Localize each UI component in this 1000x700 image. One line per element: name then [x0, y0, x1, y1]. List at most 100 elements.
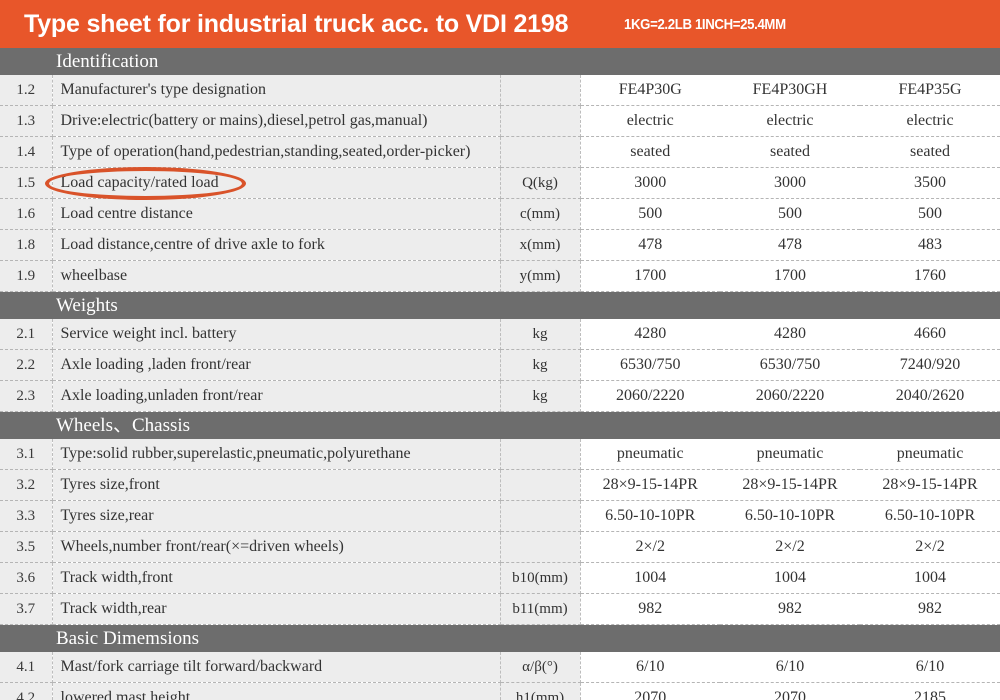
row-code: 3.5: [0, 531, 53, 563]
row-code: 4.2: [0, 682, 53, 700]
row-value-model-2: 1700: [720, 260, 860, 292]
row-unit: kg: [500, 349, 581, 381]
row-value-model-3: 982: [860, 593, 1000, 625]
row-code: 3.2: [0, 469, 53, 501]
row-unit: [500, 105, 581, 137]
row-value-model-2: FE4P30GH: [720, 75, 860, 106]
table-row: 3.5 Wheels,number front/rear(×=driven whe…: [0, 531, 1000, 563]
row-label: Type:solid rubber,superelastic,pneumatic…: [52, 439, 501, 470]
section-header-cell: Weights: [52, 291, 1000, 319]
section-header-cell: Basic Dimemsions: [52, 624, 1000, 652]
row-value-model-1: 28×9-15-14PR: [580, 469, 720, 501]
section-title: Wheels、Chassis: [56, 415, 191, 436]
table-row: 1.3 Drive:electric(battery or mains),dies…: [0, 105, 1000, 137]
row-value-model-3: seated: [860, 136, 1000, 168]
row-label: Manufacturer's type designation: [52, 75, 501, 106]
row-label: wheelbase: [52, 260, 501, 292]
table-row: 3.6 Track width,front b10(mm) 1004 1004 1004: [0, 562, 1000, 594]
table-row: 3.2 Tyres size,front 28×9-15-14PR 28×9-15-1…: [0, 469, 1000, 501]
row-code: 1.5: [0, 167, 53, 199]
row-value-model-3: 2040/2620: [860, 380, 1000, 412]
row-label: Service weight incl. battery: [52, 319, 501, 350]
row-value-model-1: pneumatic: [580, 439, 720, 470]
row-label: Type of operation(hand,pedestrian,standi…: [52, 136, 501, 168]
table-row: 3.1 Type:solid rubber,superelastic,pneuma…: [0, 439, 1000, 470]
row-value-model-3: electric: [860, 105, 1000, 137]
row-value-model-2: 6.50-10-10PR: [720, 500, 860, 532]
row-code: 2.2: [0, 349, 53, 381]
row-value-model-1: FE4P30G: [580, 75, 720, 106]
row-value-model-2: 4280: [720, 319, 860, 350]
section-title: Identification: [56, 51, 159, 72]
section-header-cell: Identification: [52, 48, 1000, 75]
row-code: 3.6: [0, 562, 53, 594]
row-unit: α/β(°): [500, 652, 581, 683]
section-header-row: Identification: [0, 48, 1000, 75]
table-row: 2.2 Axle loading ,laden front/rear kg 6530/…: [0, 349, 1000, 381]
row-unit: b10(mm): [500, 562, 581, 594]
row-value-model-1: 478: [580, 229, 720, 261]
row-unit: kg: [500, 319, 581, 350]
row-label: lowered mast height: [52, 682, 501, 700]
row-unit: [500, 75, 581, 106]
row-value-model-1: seated: [580, 136, 720, 168]
row-value-model-1: 6.50-10-10PR: [580, 500, 720, 532]
table-row: 1.2 Manufacturer's type designation FE4P30…: [0, 75, 1000, 106]
spec-table: Identification 1.2 Manufacturer's type des…: [0, 48, 1000, 700]
section-header-cell: Wheels、Chassis: [52, 411, 1000, 439]
row-value-model-3: 28×9-15-14PR: [860, 469, 1000, 501]
row-unit: [500, 136, 581, 168]
section-header-row: Basic Dimemsions: [0, 624, 1000, 652]
table-row: 2.1 Service weight incl. battery kg 4280 428…: [0, 319, 1000, 350]
row-label: Load centre distance: [52, 198, 501, 230]
row-code: 2.1: [0, 319, 53, 350]
section-header-row: Wheels、Chassis: [0, 411, 1000, 439]
row-code: 1.3: [0, 105, 53, 137]
row-label: Axle loading ,laden front/rear: [52, 349, 501, 381]
row-value-model-2: 6530/750: [720, 349, 860, 381]
row-value-model-2: 28×9-15-14PR: [720, 469, 860, 501]
row-value-model-1: 2070: [580, 682, 720, 700]
row-value-model-1: 2×/2: [580, 531, 720, 563]
page-title: Type sheet for industrial truck acc. to …: [24, 9, 569, 38]
row-value-model-2: seated: [720, 136, 860, 168]
row-value-model-3: 7240/920: [860, 349, 1000, 381]
title-bar: Type sheet for industrial truck acc. to …: [0, 0, 1000, 48]
spec-sheet-page: Type sheet for industrial truck acc. to …: [0, 0, 1000, 700]
section-header-spacer: [0, 48, 52, 75]
table-row: 1.8 Load distance,centre of drive axle to…: [0, 229, 1000, 261]
section-header-spacer: [0, 291, 52, 319]
row-value-model-2: 6/10: [720, 652, 860, 683]
row-label: Drive:electric(battery or mains),diesel,…: [52, 105, 501, 137]
row-value-model-2: 3000: [720, 167, 860, 199]
table-row: 2.3 Axle loading,unladen front/rear kg 2060…: [0, 380, 1000, 412]
row-label: Wheels,number front/rear(×=driven wheels…: [52, 531, 501, 563]
row-value-model-3: 1004: [860, 562, 1000, 594]
row-unit: [500, 439, 581, 470]
row-value-model-1: 2060/2220: [580, 380, 720, 412]
row-code: 2.3: [0, 380, 53, 412]
row-value-model-3: 6.50-10-10PR: [860, 500, 1000, 532]
row-value-model-2: 2060/2220: [720, 380, 860, 412]
row-unit: [500, 500, 581, 532]
row-value-model-3: 1760: [860, 260, 1000, 292]
row-unit: Q(kg): [500, 167, 581, 199]
section-header-spacer: [0, 624, 52, 652]
row-code: 4.1: [0, 652, 53, 683]
table-row: 4.2 lowered mast height h1(mm) 2070 2070 2185: [0, 682, 1000, 700]
row-value-model-1: 6530/750: [580, 349, 720, 381]
row-unit: b11(mm): [500, 593, 581, 625]
table-row: 4.1 Mast/fork carriage tilt forward/backw…: [0, 652, 1000, 683]
row-value-model-3: 3500: [860, 167, 1000, 199]
row-unit: [500, 469, 581, 501]
row-value-model-1: 982: [580, 593, 720, 625]
row-label: Axle loading,unladen front/rear: [52, 380, 501, 412]
row-value-model-1: 6/10: [580, 652, 720, 683]
row-value-model-3: pneumatic: [860, 439, 1000, 470]
section-title: Basic Dimemsions: [56, 628, 200, 649]
row-value-model-2: 1004: [720, 562, 860, 594]
row-value-model-3: 2185: [860, 682, 1000, 700]
table-row: 1.4 Type of operation(hand,pedestrian,sta…: [0, 136, 1000, 168]
row-value-model-2: 500: [720, 198, 860, 230]
row-value-model-1: 1700: [580, 260, 720, 292]
